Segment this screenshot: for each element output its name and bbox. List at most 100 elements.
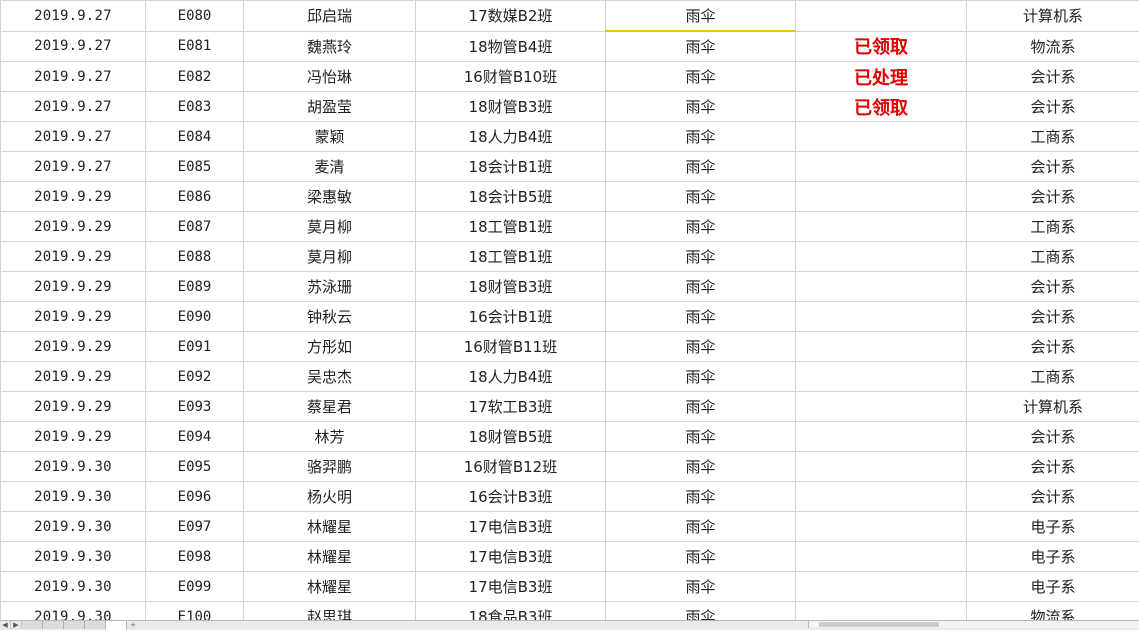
cell-status[interactable] (796, 542, 967, 572)
cell-date[interactable]: 2019.9.30 (1, 512, 146, 542)
cell-code[interactable]: E084 (146, 122, 244, 152)
cell-date[interactable]: 2019.9.27 (1, 122, 146, 152)
cell-name[interactable]: 林耀星 (244, 512, 416, 542)
cell-dept[interactable]: 会计系 (967, 92, 1139, 122)
cell-date[interactable]: 2019.9.29 (1, 212, 146, 242)
cell-dept[interactable]: 工商系 (967, 122, 1139, 152)
cell-item[interactable]: 雨伞 (606, 302, 796, 332)
cell-name[interactable]: 莫月柳 (244, 242, 416, 272)
cell-dept[interactable]: 会计系 (967, 302, 1139, 332)
cell-dept[interactable]: 会计系 (967, 332, 1139, 362)
cell-dept[interactable]: 会计系 (967, 152, 1139, 182)
cell-name[interactable]: 杨火明 (244, 482, 416, 512)
cell-dept[interactable]: 计算机系 (967, 1, 1139, 32)
cell-status[interactable] (796, 572, 967, 602)
cell-date[interactable]: 2019.9.27 (1, 92, 146, 122)
sheet-tab[interactable] (85, 621, 106, 629)
cell-class[interactable]: 16会计B1班 (416, 302, 606, 332)
cell-dept[interactable]: 电子系 (967, 542, 1139, 572)
cell-dept[interactable]: 电子系 (967, 512, 1139, 542)
cell-class[interactable]: 17软工B3班 (416, 392, 606, 422)
cell-dept[interactable]: 会计系 (967, 452, 1139, 482)
cell-code[interactable]: E080 (146, 1, 244, 32)
cell-date[interactable]: 2019.9.30 (1, 572, 146, 602)
cell-status[interactable] (796, 602, 967, 621)
cell-code[interactable]: E088 (146, 242, 244, 272)
cell-status[interactable] (796, 152, 967, 182)
cell-code[interactable]: E096 (146, 482, 244, 512)
cell-dept[interactable]: 会计系 (967, 272, 1139, 302)
cell-dept[interactable]: 工商系 (967, 212, 1139, 242)
cell-name[interactable]: 骆羿鹏 (244, 452, 416, 482)
cell-code[interactable]: E090 (146, 302, 244, 332)
cell-code[interactable]: E097 (146, 512, 244, 542)
cell-status[interactable] (796, 452, 967, 482)
cell-name[interactable]: 胡盈莹 (244, 92, 416, 122)
cell-dept[interactable]: 计算机系 (967, 392, 1139, 422)
cell-name[interactable]: 麦清 (244, 152, 416, 182)
horizontal-scrollbar[interactable] (808, 621, 1139, 628)
cell-class[interactable]: 17数媒B2班 (416, 1, 606, 32)
cell-date[interactable]: 2019.9.27 (1, 31, 146, 62)
cell-class[interactable]: 18财管B5班 (416, 422, 606, 452)
cell-name[interactable]: 吴忠杰 (244, 362, 416, 392)
cell-code[interactable]: E100 (146, 602, 244, 621)
sheet-tab[interactable] (43, 621, 64, 629)
cell-class[interactable]: 18物管B4班 (416, 31, 606, 62)
cell-status[interactable] (796, 242, 967, 272)
cell-status[interactable]: 已领取 (796, 31, 967, 62)
cell-item[interactable]: 雨伞 (606, 452, 796, 482)
cell-item[interactable]: 雨伞 (606, 212, 796, 242)
cell-name[interactable]: 赵思琪 (244, 602, 416, 621)
cell-dept[interactable]: 物流系 (967, 602, 1139, 621)
cell-item[interactable]: 雨伞 (606, 1, 796, 32)
cell-class[interactable]: 18食品B3班 (416, 602, 606, 621)
prev-sheet-button[interactable]: ◀ (0, 621, 11, 629)
cell-class[interactable]: 16财管B10班 (416, 62, 606, 92)
cell-class[interactable]: 18会计B1班 (416, 152, 606, 182)
cell-dept[interactable]: 工商系 (967, 242, 1139, 272)
cell-class[interactable]: 18财管B3班 (416, 92, 606, 122)
cell-status[interactable] (796, 122, 967, 152)
cell-status[interactable] (796, 182, 967, 212)
cell-status[interactable] (796, 332, 967, 362)
cell-item[interactable]: 雨伞 (606, 62, 796, 92)
cell-status[interactable] (796, 362, 967, 392)
cell-dept[interactable]: 会计系 (967, 62, 1139, 92)
cell-code[interactable]: E098 (146, 542, 244, 572)
cell-code[interactable]: E092 (146, 362, 244, 392)
cell-name[interactable]: 魏燕玲 (244, 31, 416, 62)
cell-item[interactable]: 雨伞 (606, 31, 796, 62)
cell-code[interactable]: E093 (146, 392, 244, 422)
cell-name[interactable]: 钟秋云 (244, 302, 416, 332)
sheet-tab[interactable] (22, 621, 43, 629)
cell-code[interactable]: E089 (146, 272, 244, 302)
cell-dept[interactable]: 会计系 (967, 482, 1139, 512)
cell-status[interactable] (796, 392, 967, 422)
cell-item[interactable]: 雨伞 (606, 362, 796, 392)
cell-class[interactable]: 18工管B1班 (416, 212, 606, 242)
cell-code[interactable]: E082 (146, 62, 244, 92)
add-sheet-icon[interactable]: + (127, 621, 139, 629)
cell-date[interactable]: 2019.9.29 (1, 242, 146, 272)
cell-code[interactable]: E081 (146, 31, 244, 62)
cell-code[interactable]: E095 (146, 452, 244, 482)
cell-status[interactable] (796, 422, 967, 452)
cell-date[interactable]: 2019.9.29 (1, 302, 146, 332)
cell-item[interactable]: 雨伞 (606, 182, 796, 212)
cell-item[interactable]: 雨伞 (606, 422, 796, 452)
cell-item[interactable]: 雨伞 (606, 482, 796, 512)
cell-class[interactable]: 16财管B11班 (416, 332, 606, 362)
cell-item[interactable]: 雨伞 (606, 122, 796, 152)
cell-item[interactable]: 雨伞 (606, 572, 796, 602)
cell-code[interactable]: E083 (146, 92, 244, 122)
cell-class[interactable]: 17电信B3班 (416, 572, 606, 602)
cell-dept[interactable]: 会计系 (967, 422, 1139, 452)
cell-status[interactable] (796, 272, 967, 302)
cell-date[interactable]: 2019.9.30 (1, 602, 146, 621)
cell-item[interactable]: 雨伞 (606, 272, 796, 302)
cell-status[interactable]: 已处理 (796, 62, 967, 92)
cell-class[interactable]: 17电信B3班 (416, 542, 606, 572)
cell-item[interactable]: 雨伞 (606, 152, 796, 182)
cell-name[interactable]: 莫月柳 (244, 212, 416, 242)
